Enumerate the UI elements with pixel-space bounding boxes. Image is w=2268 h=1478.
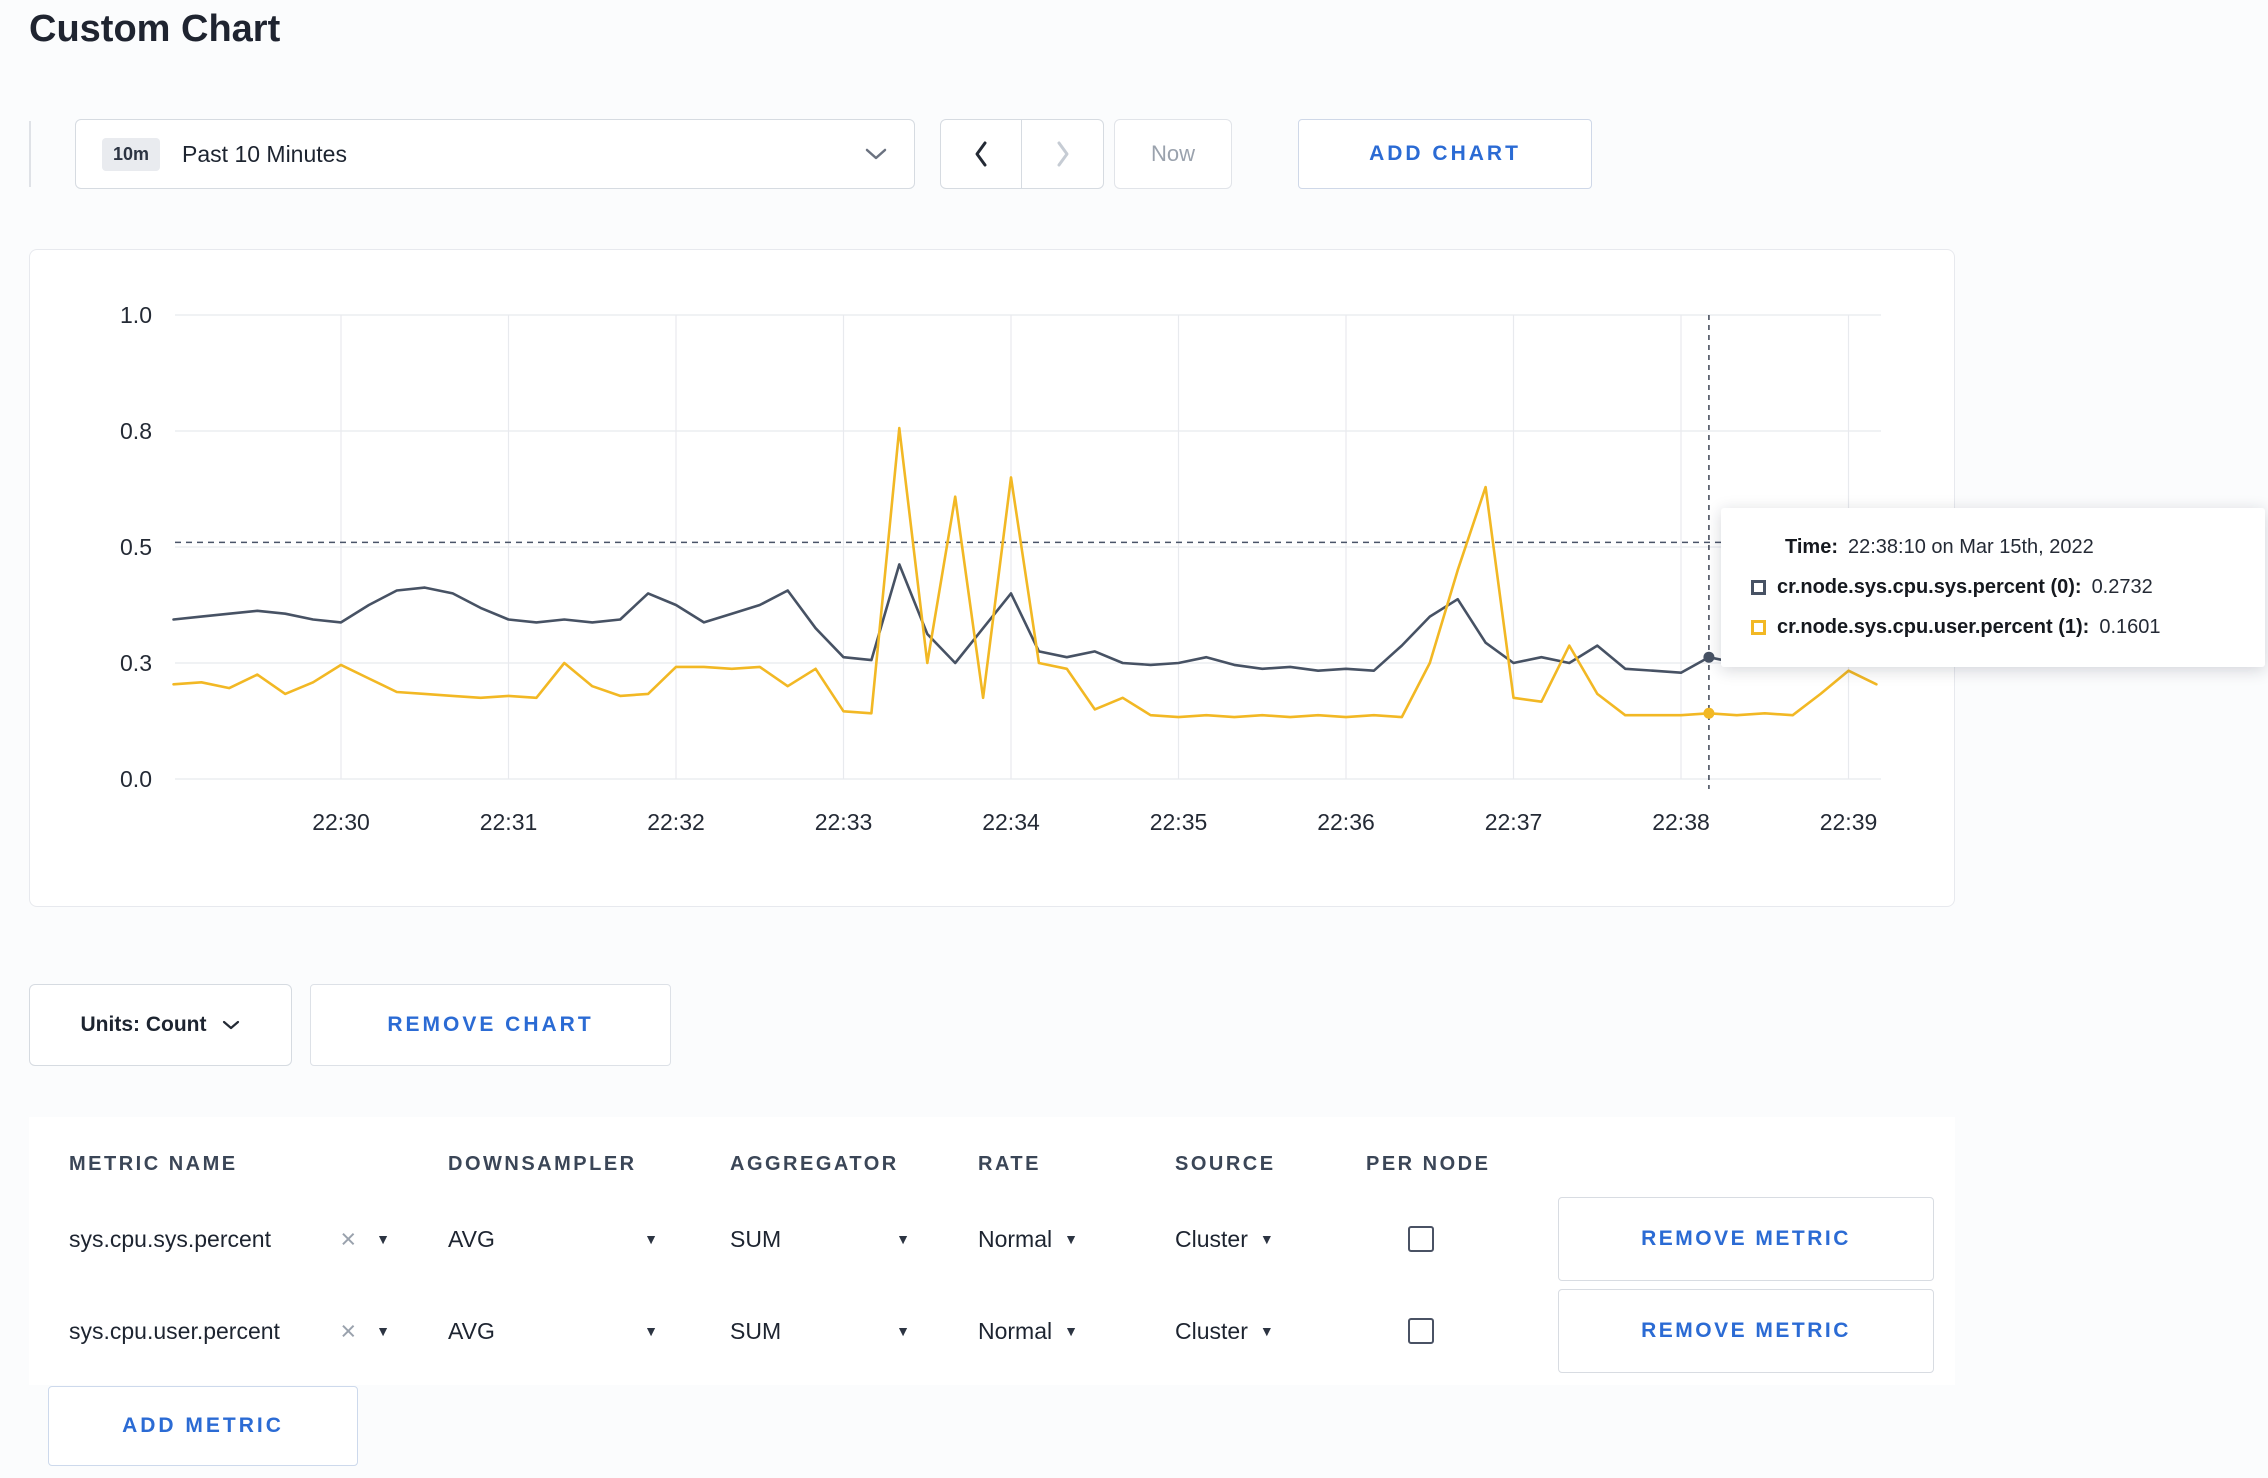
tooltip-series-value: 0.1601 [2099, 616, 2161, 638]
units-select[interactable]: Units: Count [29, 984, 292, 1066]
remove-metric-button[interactable]: REMOVE METRIC [1558, 1289, 1934, 1373]
time-range-select[interactable]: 10m Past 10 Minutes [75, 119, 915, 189]
dropdown-arrow-icon: ▼ [896, 1323, 910, 1339]
svg-text:0.8: 0.8 [120, 418, 152, 444]
tooltip-series-label: cr.node.sys.cpu.user.percent (1): [1777, 616, 2090, 638]
svg-text:0.3: 0.3 [120, 650, 152, 676]
rate-select[interactable]: Normal ▼ [978, 1318, 1175, 1345]
column-header-per-node: PER NODE [1366, 1152, 1491, 1175]
downsampler-value: AVG [448, 1225, 495, 1252]
svg-text:22:38: 22:38 [1652, 809, 1710, 835]
per-node-checkbox[interactable] [1408, 1226, 1434, 1252]
svg-text:22:36: 22:36 [1317, 809, 1375, 835]
rate-value: Normal [978, 1317, 1053, 1344]
time-range-badge: 10m [102, 137, 161, 171]
metrics-table: METRIC NAME DOWNSAMPLER AGGREGATOR RATE … [29, 1117, 1955, 1385]
svg-text:22:39: 22:39 [1820, 809, 1878, 835]
toolbar-divider [29, 121, 31, 187]
add-chart-button[interactable]: ADD CHART [1298, 119, 1592, 189]
page-title: Custom Chart [29, 8, 281, 50]
column-header-source: SOURCE [1175, 1152, 1276, 1175]
downsampler-select[interactable]: AVG ▼ [448, 1226, 730, 1253]
svg-text:22:33: 22:33 [815, 809, 873, 835]
chevron-left-icon [971, 138, 991, 170]
per-node-checkbox[interactable] [1408, 1318, 1434, 1344]
metric-name-select[interactable]: sys.cpu.sys.percent × ▼ [69, 1225, 448, 1253]
svg-text:0.0: 0.0 [120, 766, 152, 792]
add-metric-button[interactable]: ADD METRIC [48, 1386, 358, 1466]
dropdown-arrow-icon: ▼ [896, 1231, 910, 1247]
line-chart[interactable]: 22:30 22:31 22:32 22:33 22:34 22:35 22:36 22:37… [30, 250, 1956, 908]
remove-chart-button[interactable]: REMOVE CHART [310, 984, 671, 1066]
units-label: Units: Count [80, 1013, 207, 1036]
svg-text:22:34: 22:34 [982, 809, 1040, 835]
tooltip-series-label: cr.node.sys.cpu.sys.percent (0): [1777, 576, 2082, 598]
dropdown-arrow-icon: ▼ [376, 1231, 390, 1247]
column-header-downsampler: DOWNSAMPLER [448, 1152, 637, 1175]
series-swatch-sys-icon [1751, 580, 1766, 595]
chevron-down-icon [864, 147, 888, 161]
metric-name-select[interactable]: sys.cpu.user.percent × ▼ [69, 1317, 448, 1345]
source-select[interactable]: Cluster ▼ [1175, 1318, 1366, 1345]
tooltip-time-row: Time: 22:38:10 on Mar 15th, 2022 [1751, 536, 2235, 559]
dropdown-arrow-icon: ▼ [644, 1323, 658, 1339]
rate-value: Normal [978, 1225, 1053, 1252]
source-select[interactable]: Cluster ▼ [1175, 1226, 1366, 1253]
time-range-label: Past 10 Minutes [182, 140, 347, 167]
series-swatch-user-icon [1751, 620, 1766, 635]
aggregator-select[interactable]: SUM ▼ [730, 1318, 978, 1345]
dropdown-arrow-icon: ▼ [644, 1231, 658, 1247]
column-header-rate: RATE [978, 1152, 1041, 1175]
chart-panel: 22:30 22:31 22:32 22:33 22:34 22:35 22:36 22:37… [29, 249, 1955, 907]
table-row: sys.cpu.user.percent × ▼ AVG ▼ SUM ▼ Nor… [69, 1285, 1935, 1377]
svg-text:22:35: 22:35 [1150, 809, 1208, 835]
table-header-row: METRIC NAME DOWNSAMPLER AGGREGATOR RATE … [69, 1135, 1935, 1193]
table-row: sys.cpu.sys.percent × ▼ AVG ▼ SUM ▼ Norm… [69, 1193, 1935, 1285]
rate-select[interactable]: Normal ▼ [978, 1226, 1175, 1253]
prev-range-button[interactable] [940, 119, 1022, 189]
chart-tooltip: Time: 22:38:10 on Mar 15th, 2022 cr.node… [1721, 508, 2265, 667]
tooltip-series-value: 0.2732 [2091, 576, 2153, 598]
time-range-nav [940, 119, 1104, 189]
now-button[interactable]: Now [1114, 119, 1232, 189]
column-header-metric-name: METRIC NAME [69, 1152, 238, 1175]
chevron-right-icon [1053, 138, 1073, 170]
svg-text:22:31: 22:31 [480, 809, 538, 835]
remove-metric-button[interactable]: REMOVE METRIC [1558, 1197, 1934, 1281]
svg-text:1.0: 1.0 [120, 302, 152, 328]
svg-text:22:32: 22:32 [647, 809, 705, 835]
downsampler-select[interactable]: AVG ▼ [448, 1318, 730, 1345]
next-range-button[interactable] [1022, 119, 1104, 189]
source-value: Cluster [1175, 1317, 1248, 1344]
aggregator-select[interactable]: SUM ▼ [730, 1226, 978, 1253]
chevron-down-icon [222, 1020, 240, 1031]
tooltip-series-row: cr.node.sys.cpu.sys.percent (0): 0.2732 [1751, 576, 2235, 599]
svg-text:22:30: 22:30 [312, 809, 370, 835]
remove-tag-icon[interactable]: × [340, 1225, 356, 1253]
dropdown-arrow-icon: ▼ [1259, 1323, 1274, 1339]
downsampler-value: AVG [448, 1317, 495, 1344]
source-value: Cluster [1175, 1225, 1248, 1252]
column-header-aggregator: AGGREGATOR [730, 1152, 899, 1175]
tooltip-time-label: Time: [1785, 536, 1838, 558]
dropdown-arrow-icon: ▼ [376, 1323, 390, 1339]
metric-name: sys.cpu.sys.percent [69, 1225, 271, 1252]
metric-name: sys.cpu.user.percent [69, 1317, 280, 1344]
aggregator-value: SUM [730, 1225, 782, 1252]
tooltip-time-value: 22:38:10 on Mar 15th, 2022 [1847, 536, 2094, 558]
dropdown-arrow-icon: ▼ [1064, 1231, 1078, 1247]
tooltip-series-row: cr.node.sys.cpu.user.percent (1): 0.1601 [1751, 616, 2235, 639]
svg-text:22:37: 22:37 [1485, 809, 1543, 835]
dropdown-arrow-icon: ▼ [1064, 1323, 1078, 1339]
svg-text:0.5: 0.5 [120, 534, 152, 560]
aggregator-value: SUM [730, 1317, 782, 1344]
remove-tag-icon[interactable]: × [340, 1317, 356, 1345]
dropdown-arrow-icon: ▼ [1259, 1231, 1274, 1247]
